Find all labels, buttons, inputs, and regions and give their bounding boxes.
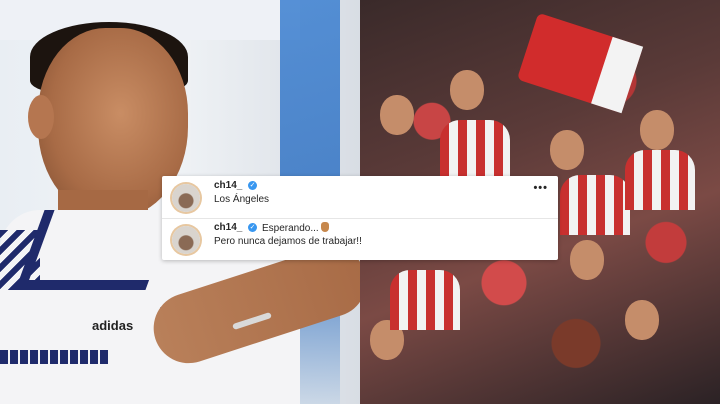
- fan-jersey: [390, 270, 460, 330]
- fan-jersey: [440, 120, 510, 180]
- comment-row: ch14_ ✓ Esperando... Pero nunca dejamos …: [162, 218, 558, 260]
- jersey-stripes: [0, 230, 40, 290]
- fan-jersey: [625, 150, 695, 210]
- post-location[interactable]: Los Ángeles: [214, 194, 269, 205]
- post-username[interactable]: ch14_: [214, 180, 242, 191]
- profile-avatar[interactable]: [172, 226, 200, 254]
- instagram-post-card: ch14_ ✓ Los Ángeles ••• ch14_ ✓ Esperand…: [162, 176, 558, 260]
- fan-face: [450, 70, 484, 110]
- comment-line-1: Esperando...: [262, 222, 329, 234]
- jersey-brand-logo: adidas: [92, 318, 134, 333]
- verified-badge-icon: ✓: [248, 223, 257, 232]
- more-options-icon[interactable]: •••: [533, 182, 548, 194]
- player-ear: [28, 95, 54, 139]
- fan-face: [625, 300, 659, 340]
- fan-face: [380, 95, 414, 135]
- post-header: ch14_ ✓ Los Ángeles •••: [162, 176, 558, 219]
- fan-face: [550, 130, 584, 170]
- fan-face: [570, 240, 604, 280]
- verified-badge-icon: ✓: [248, 181, 257, 190]
- comment-text-1: Esperando...: [262, 223, 319, 234]
- waving-flag: [516, 12, 644, 114]
- fan-face: [640, 110, 674, 150]
- comment-username[interactable]: ch14_: [214, 222, 242, 233]
- fan-jersey: [560, 175, 630, 235]
- comment-line-2: Pero nunca dejamos de trabajar!!: [214, 236, 362, 247]
- sleeve-trim: [0, 350, 110, 364]
- profile-avatar[interactable]: [172, 184, 200, 212]
- hand-emoji-icon: [320, 222, 329, 232]
